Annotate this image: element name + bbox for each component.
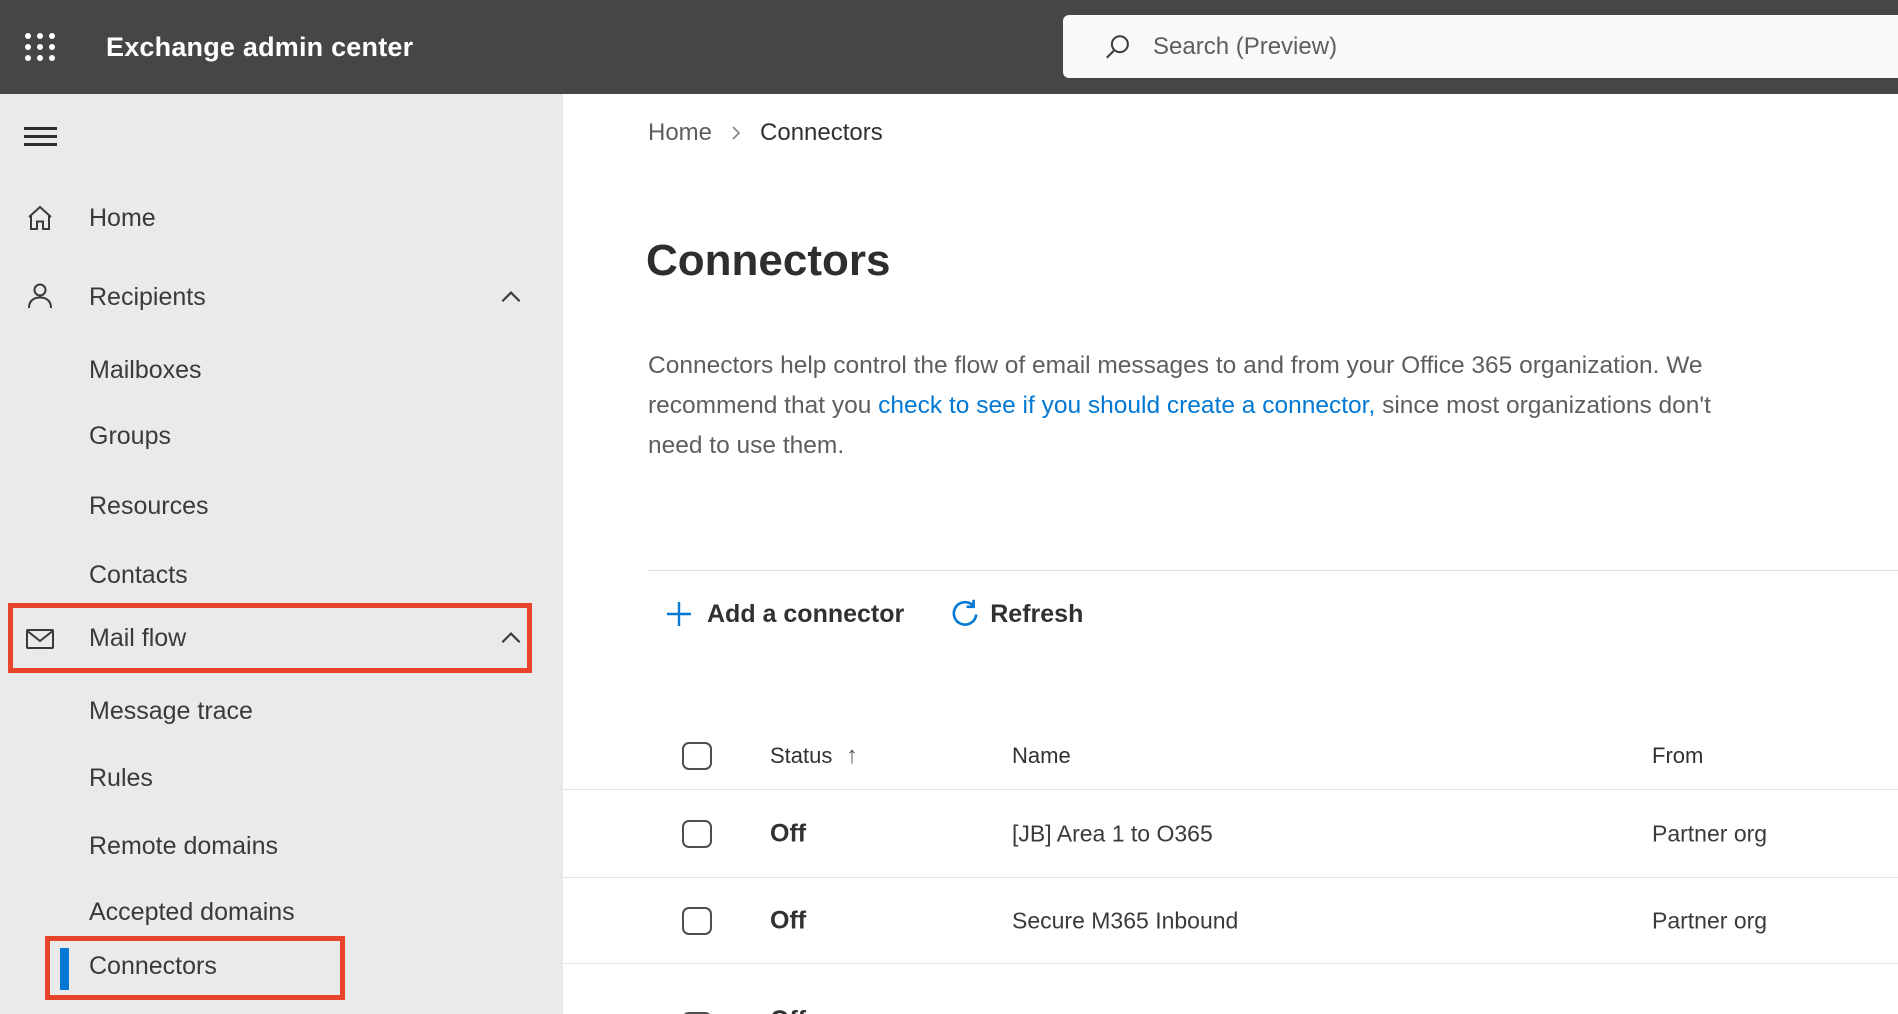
home-icon [28,205,52,230]
sidebar-item-label: Accepted domains [89,898,295,926]
page-description: Connectors help control the flow of emai… [648,346,1898,466]
breadcrumb-current: Connectors [760,119,883,146]
hamburger-menu-icon[interactable] [24,127,57,146]
sidebar-item-label: Mail flow [89,624,187,652]
breadcrumb-home-link[interactable]: Home [648,119,712,147]
chevron-up-icon[interactable] [498,285,524,311]
name-cell: [JB] Area 1 to O365 [1012,820,1213,846]
search-input[interactable] [1153,32,1753,61]
plus-icon [667,602,691,626]
from-cell: Partner org [1652,907,1768,933]
sidebar-item-home[interactable]: Home [0,203,563,233]
sidebar-item-accepted-domains[interactable]: Accepted domains [0,897,563,927]
sidebar-item-mailboxes[interactable]: Mailboxes [0,355,563,385]
exchange-admin-center-screen: Exchange admin center Home Recipients [0,0,1898,1014]
sidebar-item-mail-flow[interactable]: Mail flow [0,623,563,653]
sidebar-item-label: Mailboxes [89,356,202,384]
sort-ascending-icon: ↑ [846,741,858,769]
sidebar-item-recipients[interactable]: Recipients [0,282,563,312]
table-row[interactable]: Off Secure M365 Inbound Partner org [563,878,1898,964]
add-connector-label: Add a connector [707,599,905,628]
chevron-up-icon[interactable] [498,626,524,652]
global-search[interactable] [1063,15,1898,78]
select-all-checkbox[interactable] [682,741,712,770]
sidebar-item-remote-domains[interactable]: Remote domains [0,831,563,861]
from-cell: Partner org [1652,820,1768,846]
sidebar-item-groups[interactable]: Groups [0,421,563,451]
status-cell: Off [770,1006,806,1014]
description-line: Connectors help control the flow of emai… [648,352,1703,379]
sidebar-item-label: Home [89,204,156,232]
column-header-name[interactable]: Name [1012,743,1071,769]
name-cell: EU - mailstream-eu-primary.journaling.mx… [1012,1010,1525,1014]
sidebar-item-message-trace[interactable]: Message trace [0,696,563,726]
chevron-right-icon [732,126,741,140]
column-header-status[interactable]: Status [770,743,832,769]
description-line: recommend that you check to see if you s… [648,392,1711,419]
app-launcher-icon[interactable] [22,30,58,64]
status-cell: Off [770,819,807,847]
sidebar-item-connectors[interactable]: Connectors [0,951,563,981]
app-title: Exchange admin center [106,31,414,62]
from-cell: O365 [1652,1010,1708,1014]
table-row[interactable]: Off [JB] Area 1 to O365 Partner org [563,790,1898,878]
refresh-label: Refresh [990,599,1084,628]
person-icon [28,283,52,309]
top-app-bar: Exchange admin center [0,0,1898,94]
mail-icon [26,629,54,649]
left-nav: Home Recipients Mailboxes Groups Resourc… [0,94,563,1014]
sidebar-item-label: Connectors [89,952,217,980]
row-checkbox[interactable] [682,819,712,848]
sidebar-item-label: Message trace [89,697,253,725]
column-header-from[interactable]: From [1652,743,1703,769]
refresh-button[interactable]: Refresh [948,598,1083,630]
toolbar-top-divider [648,570,1898,571]
refresh-icon [952,599,978,626]
search-icon [1106,34,1129,59]
status-cell: Off [770,906,807,934]
name-cell: Secure M365 Inbound [1012,907,1239,933]
sidebar-item-label: Groups [89,422,171,450]
sidebar-item-label: Resources [89,492,209,520]
sidebar-item-label: Remote domains [89,832,278,860]
main-content: Home Connectors Connectors Connectors he… [563,94,1898,1014]
sidebar-item-label: Rules [89,764,153,792]
table-header-row: Status ↑ Name From [563,722,1898,790]
create-connector-link[interactable]: check to see if you should create a conn… [878,392,1375,419]
sidebar-item-resources[interactable]: Resources [0,491,563,521]
breadcrumb: Home Connectors [648,116,883,150]
command-bar: Add a connector Refresh [664,584,1083,644]
page-title: Connectors [646,236,891,285]
table-row[interactable]: Off EU - mailstream-eu-primary.journalin… [563,964,1898,1014]
sidebar-item-label: Recipients [89,283,206,311]
sidebar-item-contacts[interactable]: Contacts [0,560,563,590]
sidebar-item-rules[interactable]: Rules [0,763,563,793]
add-connector-button[interactable]: Add a connector [664,599,904,629]
sidebar-item-label: Contacts [89,561,188,589]
description-line: need to use them. [648,432,845,459]
row-checkbox[interactable] [682,906,712,935]
